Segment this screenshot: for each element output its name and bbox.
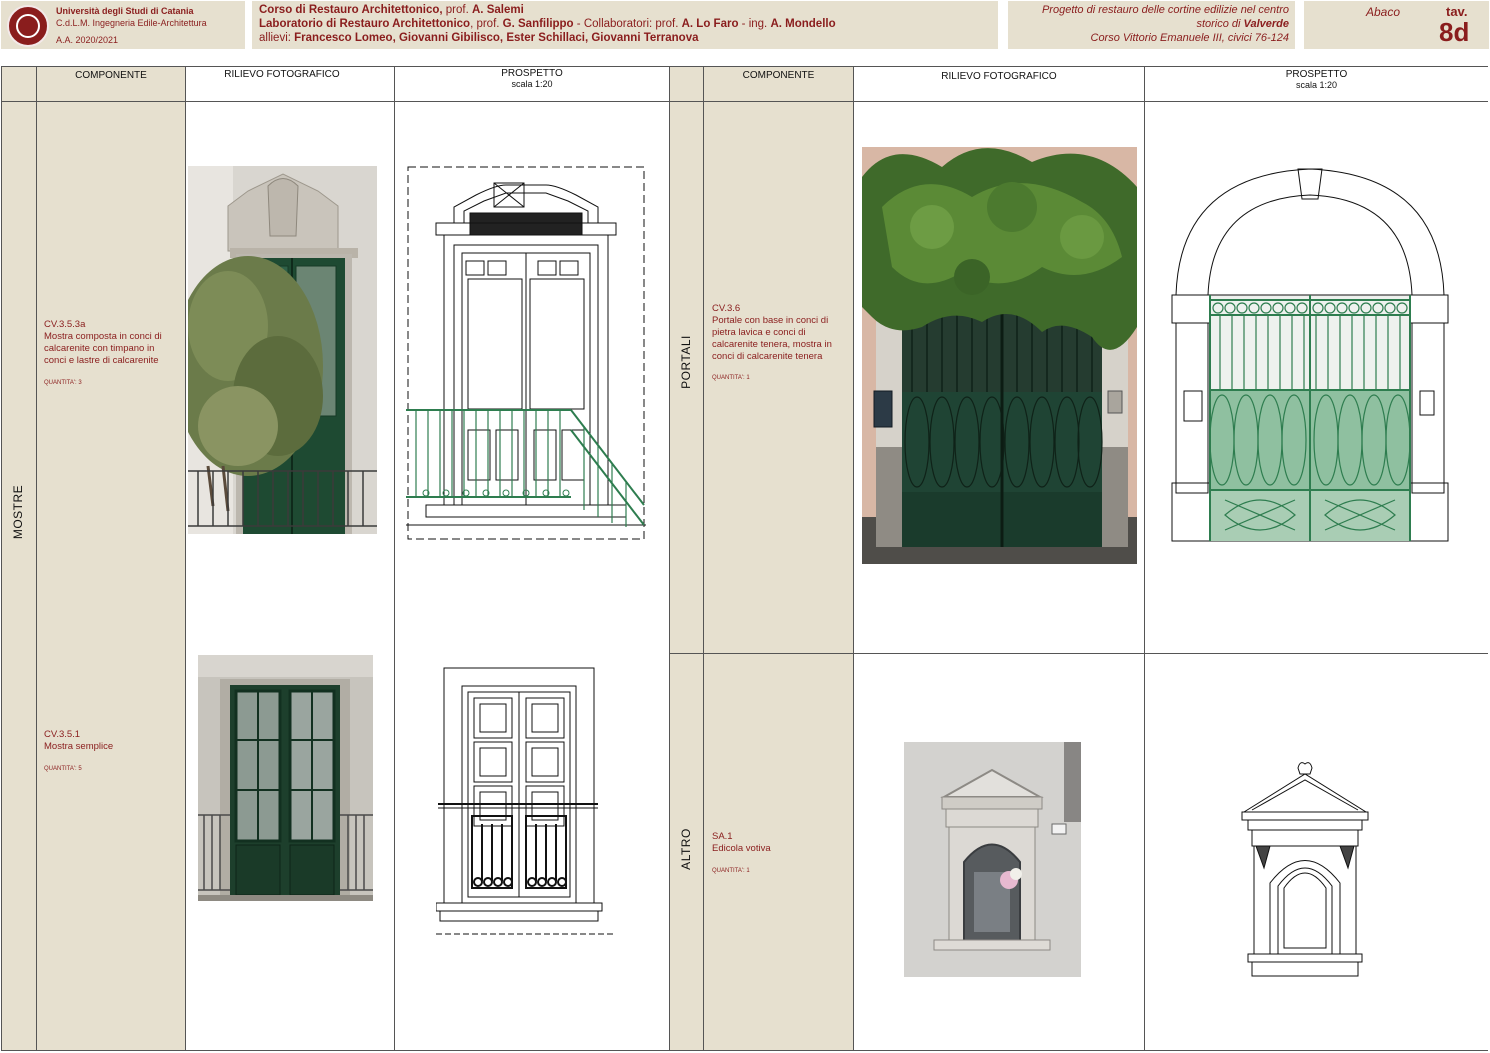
item-quantity-cv36: QUANTITA': 1 [712,375,750,381]
col-header-prospetto-left: PROSPETTO scala 1:20 [501,68,563,89]
project-line-2: storico di Valverde [1196,18,1289,30]
drawing-edicola-votiva [1240,758,1370,980]
section-label-altro: ALTRO [679,828,693,870]
project-header: Progetto di restauro delle cortine edili… [1008,1,1295,49]
left-componente-column [37,66,185,1051]
item-description-cv36: CV.3.6 Portale con base in conci di piet… [712,303,832,362]
item-description-sa1: SA.1 Edicola votiva [712,831,771,854]
col-header-rilievo-right: RILIEVO FOTOGRAFICO [941,71,1057,82]
col-header-prospetto-right: PROSPETTO scala 1:20 [1285,69,1348,90]
left-section-column [1,66,36,1051]
section-label-mostre: MOSTRE [11,484,25,540]
drawing-mostra-composta [406,165,646,541]
academic-year: A.A. 2020/2021 [56,35,119,45]
course-line-1: Corso di Restauro Architettonico, prof. … [259,4,524,16]
drawing-mostra-semplice [435,666,614,938]
drawing-portale [1170,165,1450,545]
photo-mostra-composta [188,166,377,534]
degree-name: C.d.L.M. Ingegneria Edile-Architettura [56,18,207,28]
university-header: Università degli Studi di Catania C.d.L.… [1,1,245,49]
abaco-label: Abaco [1366,5,1401,19]
item-description-cv353a: CV.3.5.3a Mostra composta in conci di ca… [44,319,162,366]
course-line-2: Laboratorio di Restauro Architettonico, … [259,18,836,30]
right-componente-column [704,66,853,1051]
item-quantity-cv353a: QUANTITA': 3 [44,380,82,386]
right-section-column [670,66,703,1051]
university-seal-logo [7,5,49,47]
photo-portale [862,147,1137,564]
sheet-number-box: Abaco tav. 8d [1304,1,1489,49]
item-quantity-sa1: QUANTITA': 1 [712,868,750,874]
project-line-1: Progetto di restauro delle cortine edili… [1041,4,1289,16]
photo-mostra-semplice [198,655,373,901]
course-line-3: allievi: Francesco Lomeo, Giovanni Gibil… [259,32,699,44]
col-header-componente-right: COMPONENTE [742,70,815,81]
col-header-rilievo-left: RILIEVO FOTOGRAFICO [224,69,340,80]
project-line-3: Corso Vittorio Emanuele III, civici 76-1… [1090,32,1290,44]
item-description-cv351: CV.3.5.1 Mostra semplice [44,729,114,752]
tav-number: 8d [1439,17,1470,47]
col-header-componente-left: COMPONENTE [75,70,147,81]
university-name: Università degli Studi di Catania [56,6,194,16]
item-quantity-cv351: QUANTITA': 5 [44,766,82,772]
course-header: Corso di Restauro Architettonico, prof. … [252,1,998,49]
photo-edicola-votiva [904,742,1081,977]
section-label-portali: PORTALI [679,335,693,389]
